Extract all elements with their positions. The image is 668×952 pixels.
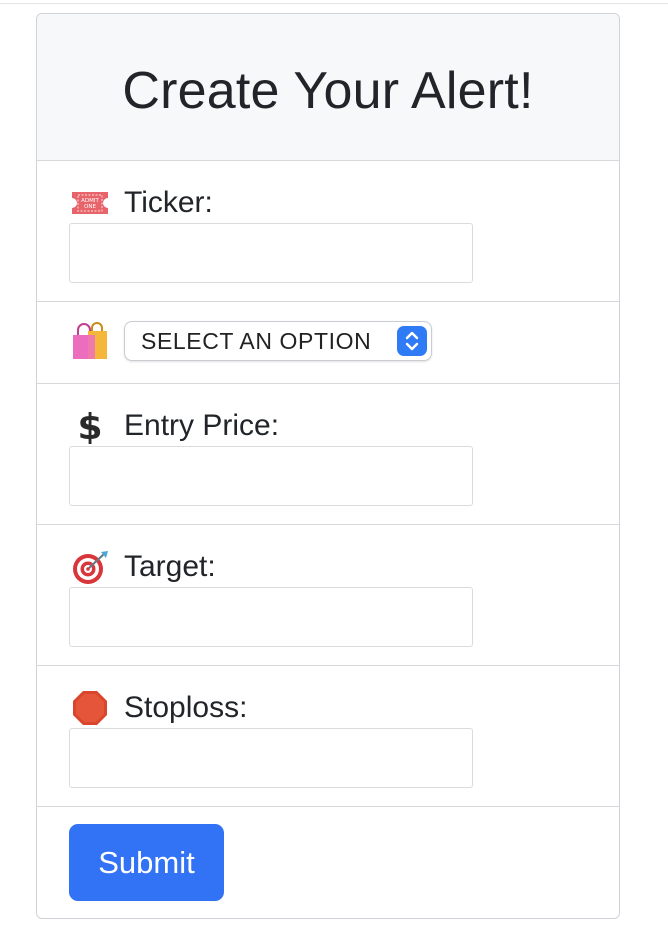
ticker-section: ADMIT ONE Ticker: [37,160,619,301]
chevron-up-down-icon [397,326,427,356]
stoploss-input[interactable] [69,728,473,788]
dollar-sign-icon: $ [69,408,111,444]
page-title: Create Your Alert! [122,62,534,120]
target-input[interactable] [69,587,473,647]
option-select-value: SELECT AN OPTION [141,327,372,354]
svg-text:ONE: ONE [84,204,96,210]
entry-price-label: Entry Price: [124,409,280,442]
stoploss-label: Stoploss: [124,691,248,724]
option-select-wrap: SELECT AN OPTION [69,321,432,361]
entry-price-label-line: $ Entry Price: [69,408,279,444]
octagonal-stop-sign-icon [69,690,111,726]
direct-hit-target-icon [69,549,111,585]
target-label: Target: [124,550,216,583]
stoploss-label-line: Stoploss: [69,690,247,726]
target-section: Target: [37,524,619,665]
admit-one-ticket-icon: ADMIT ONE [69,185,111,221]
option-select[interactable]: SELECT AN OPTION [124,321,432,361]
target-label-line: Target: [69,549,216,585]
ticker-input[interactable] [69,223,473,283]
ticker-label-line: ADMIT ONE Ticker: [69,185,213,221]
stoploss-section: Stoploss: [37,665,619,806]
entry-price-section: $ Entry Price: [37,383,619,524]
ticker-label: Ticker: [124,186,213,219]
shopping-bags-icon [69,322,111,359]
entry-price-input[interactable] [69,446,473,506]
top-divider [0,3,668,4]
submit-button[interactable]: Submit [69,824,224,901]
submit-section: Submit [37,806,619,916]
option-select-section: SELECT AN OPTION [37,301,619,383]
alert-form-card: Create Your Alert! ADMIT ONE Ticker: SEL… [36,13,620,919]
card-header: Create Your Alert! [37,14,619,160]
svg-text:$: $ [77,408,102,444]
